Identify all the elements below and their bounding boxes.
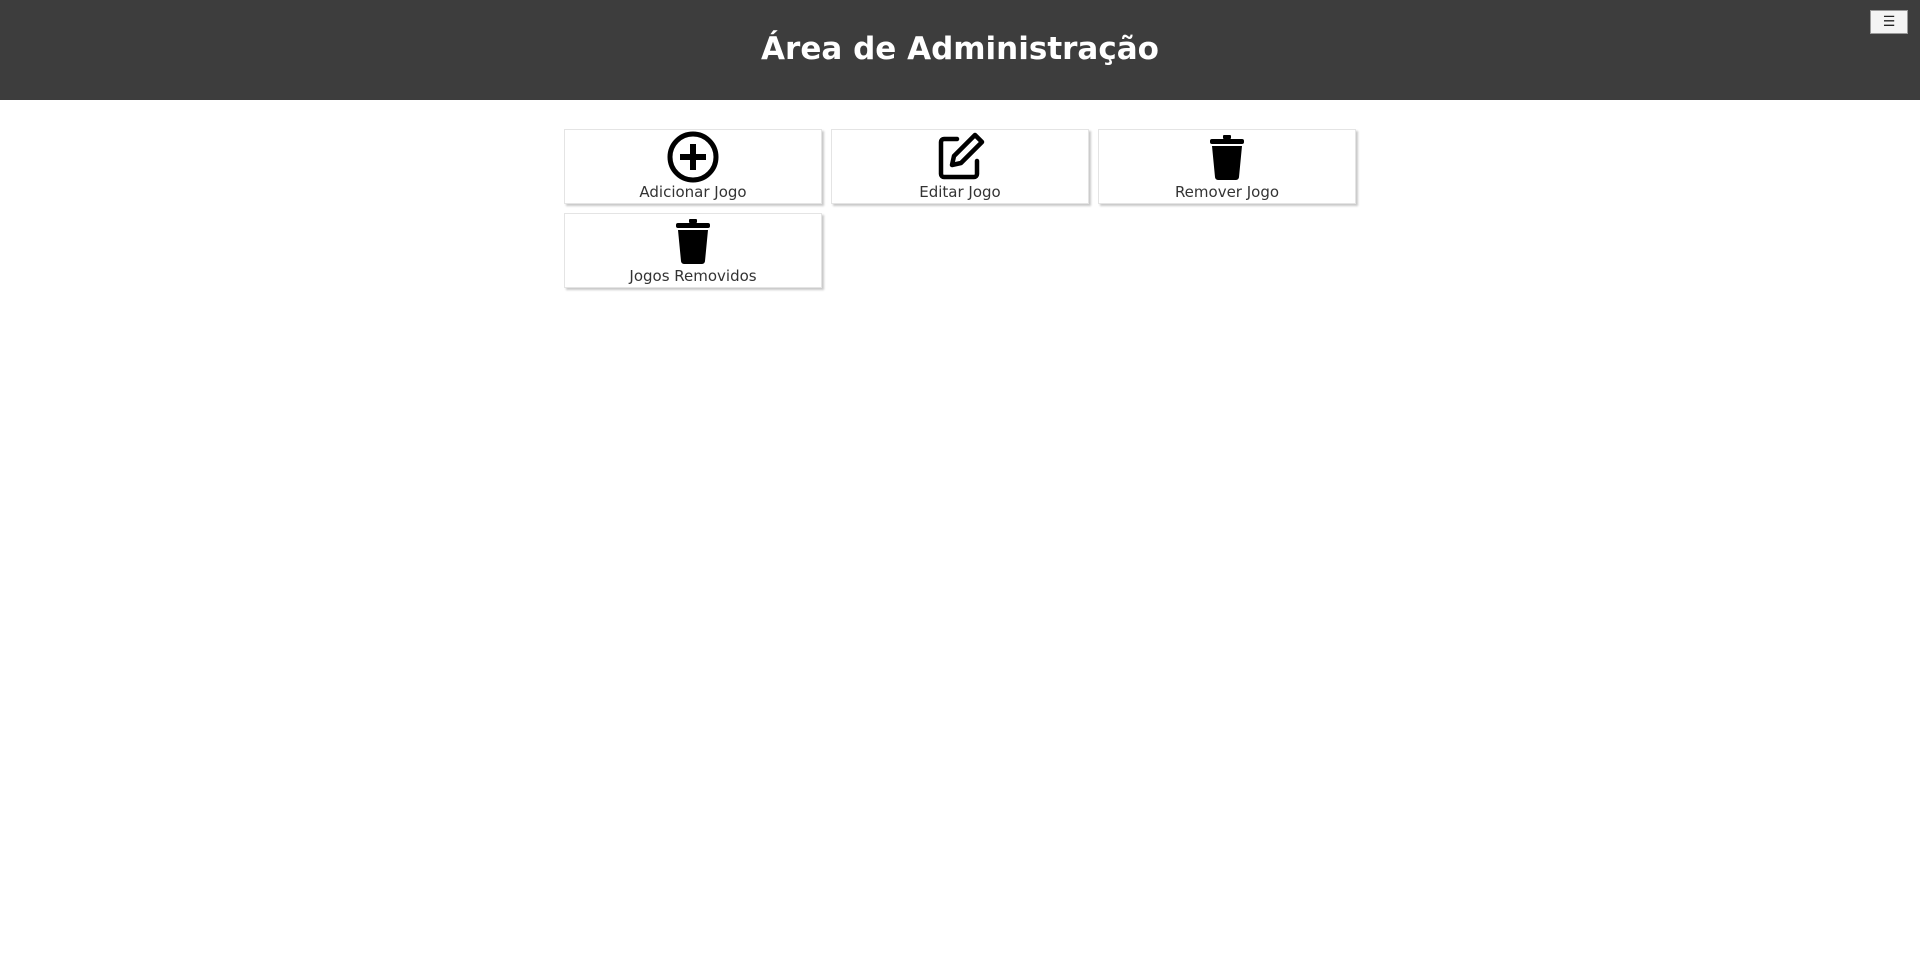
edit-icon [933,130,987,184]
header-bar: Área de Administração ☰ [0,0,1920,100]
plus-circle-icon [666,130,720,184]
edit-game-label: Editar Jogo [919,183,1001,201]
add-game-label: Adicionar Jogo [639,183,747,201]
trash-icon [1200,130,1254,184]
remove-game-card[interactable]: Remover Jogo [1098,129,1356,204]
removed-games-label: Jogos Removidos [629,267,757,285]
menu-button[interactable]: ☰ [1870,10,1908,34]
add-game-card[interactable]: Adicionar Jogo [564,129,822,204]
removed-games-card[interactable]: Jogos Removidos [564,213,822,288]
trash-icon [666,214,720,268]
remove-game-label: Remover Jogo [1174,183,1280,201]
edit-game-card[interactable]: Editar Jogo [831,129,1089,204]
page-title: Área de Administração [761,31,1159,67]
hamburger-icon: ☰ [1882,14,1896,30]
